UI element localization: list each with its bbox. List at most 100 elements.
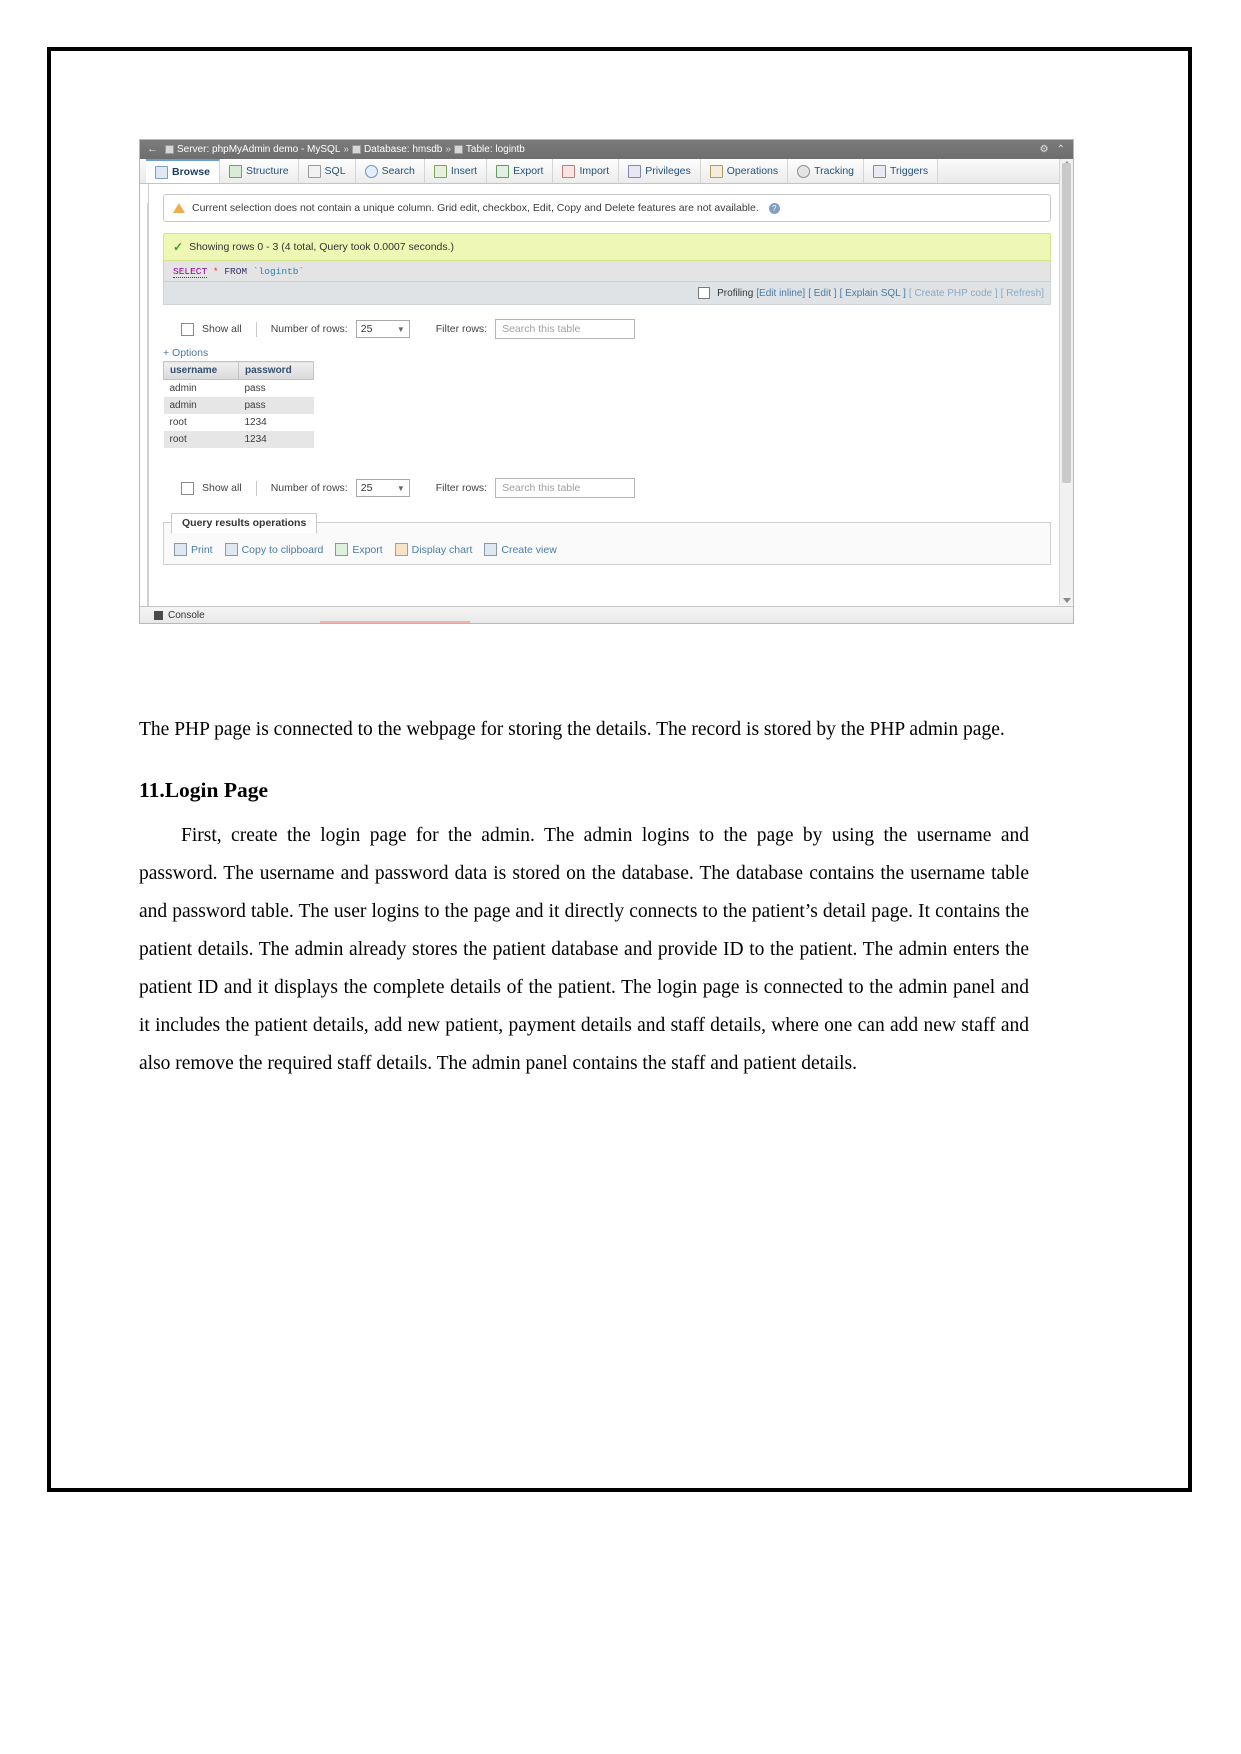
breadcrumb-separator-2: » [445, 144, 451, 155]
gear-icon[interactable]: ⚙ [1040, 144, 1049, 155]
create-view-button[interactable]: Create view [484, 543, 557, 556]
export-button[interactable]: Export [335, 543, 383, 556]
edit-inline-link[interactable]: [Edit inline] [756, 288, 805, 299]
scroll-down-arrow-icon[interactable] [1063, 598, 1071, 603]
profiling-checkbox[interactable] [698, 287, 711, 299]
chart-icon [394, 543, 408, 556]
explain-sql-link[interactable]: [ Explain SQL ] [840, 288, 906, 299]
filter-rows-input-top[interactable]: Search this table [495, 319, 636, 339]
tab-export[interactable]: Export [487, 159, 554, 183]
tab-operations-label: Operations [726, 165, 779, 177]
show-all-checkbox-top[interactable] [181, 322, 194, 336]
phpmyadmin-content: Current selection does not contain a uni… [140, 184, 1073, 623]
print-label: Print [191, 543, 213, 556]
nav-panel-edge [140, 203, 148, 606]
tab-browse[interactable]: Browse [146, 159, 220, 183]
number-of-rows-select-top[interactable]: 25 ▼ [355, 320, 410, 338]
options-toggle-link[interactable]: + Options [157, 339, 1057, 361]
filter-rows-input-bottom[interactable]: Search this table [495, 478, 636, 498]
vertical-scrollbar[interactable] [1059, 159, 1073, 605]
number-of-rows-label-top: Number of rows: [270, 323, 348, 335]
warning-triangle-icon [173, 203, 185, 213]
browse-icon [155, 165, 168, 179]
export-icon [496, 164, 510, 178]
export-icon [335, 543, 349, 556]
console-bar[interactable]: Console [140, 606, 1073, 623]
console-underline [320, 621, 470, 623]
tab-tracking[interactable]: Tracking [788, 159, 865, 183]
database-icon [351, 145, 361, 154]
column-header-username[interactable]: username [163, 361, 239, 380]
import-icon [562, 164, 576, 178]
tab-insert[interactable]: Insert [424, 159, 488, 183]
number-of-rows-select-bottom[interactable]: 25 ▼ [355, 479, 410, 497]
document-page-border: ← Server: phpMyAdmin demo - MySQL » Data… [47, 47, 1192, 1492]
scrollbar-thumb[interactable] [1062, 163, 1071, 483]
cell-username: root [163, 414, 239, 431]
clipboard-icon [224, 543, 238, 556]
intro-paragraph: The PHP page is connected to the webpage… [139, 719, 1005, 740]
chevron-down-icon: ▼ [396, 324, 405, 334]
results-table: username password admin pass admin pass … [163, 361, 314, 448]
column-header-password[interactable]: password [238, 361, 314, 380]
show-all-label-top: Show all [202, 323, 242, 335]
show-all-label-bottom: Show all [202, 482, 242, 494]
operations-icon [709, 164, 723, 178]
collapse-icon[interactable]: ⌃ [1057, 144, 1065, 155]
rows-bar-top: Show all Number of rows: 25 ▼ Filter row… [157, 305, 1057, 339]
search-icon [364, 164, 378, 178]
query-success-notice: ✓ Showing rows 0 - 3 (4 total, Query too… [163, 233, 1051, 261]
structure-icon [228, 164, 242, 178]
tab-import[interactable]: Import [553, 159, 620, 183]
tab-triggers[interactable]: Triggers [864, 159, 939, 183]
view-icon [484, 543, 498, 556]
phpmyadmin-screenshot-figure: ← Server: phpMyAdmin demo - MySQL » Data… [139, 139, 1074, 624]
edit-link[interactable]: [ Edit ] [808, 288, 836, 299]
content-inner: Current selection does not contain a uni… [148, 184, 1057, 623]
back-arrow-icon[interactable]: ← [144, 144, 161, 155]
create-view-label: Create view [501, 543, 557, 556]
breadcrumb-server[interactable]: Server: phpMyAdmin demo - MySQL [177, 144, 340, 155]
display-chart-button[interactable]: Display chart [394, 543, 473, 556]
sql-icon [307, 164, 321, 178]
print-icon [174, 543, 187, 556]
tab-sql[interactable]: SQL [298, 159, 356, 183]
show-all-checkbox-bottom[interactable] [181, 481, 194, 495]
tab-privileges-label: Privileges [645, 165, 691, 177]
showing-rows-text: Showing rows 0 - 3 (4 total, Query took … [189, 241, 455, 253]
tab-search[interactable]: Search [355, 159, 425, 183]
refresh-link[interactable]: [ Refresh] [1001, 288, 1044, 299]
tab-search-label: Search [381, 165, 415, 177]
tab-sql-label: SQL [324, 165, 346, 177]
sql-keyword-from: FROM [224, 266, 248, 277]
tab-operations[interactable]: Operations [700, 159, 789, 183]
number-of-rows-value-top: 25 [360, 323, 373, 335]
copy-to-clipboard-button[interactable]: Copy to clipboard [224, 543, 324, 556]
tab-privileges[interactable]: Privileges [619, 159, 701, 183]
create-php-code-link[interactable]: [ Create PHP code ] [909, 288, 998, 299]
display-chart-label: Display chart [411, 543, 473, 556]
server-icon [165, 145, 174, 154]
breadcrumb-database[interactable]: Database: hmsdb [364, 144, 442, 155]
info-icon[interactable]: ? [768, 202, 780, 214]
copy-to-clipboard-label: Copy to clipboard [241, 543, 324, 556]
cell-username: admin [163, 379, 239, 397]
cell-password: 1234 [238, 414, 314, 431]
cell-password: pass [238, 397, 314, 414]
main-nav-tabs: Browse Structure SQL Search Insert Expor… [140, 159, 1073, 184]
document-body: The PHP page is connected to the webpage… [139, 711, 1029, 1101]
sql-star: * [212, 266, 219, 277]
rows-bar-bottom: Show all Number of rows: 25 ▼ Filter row… [157, 448, 1057, 498]
cell-password: pass [238, 379, 314, 397]
print-button[interactable]: Print [174, 543, 213, 556]
chevron-down-icon: ▼ [396, 483, 405, 493]
breadcrumb-table[interactable]: Table: logintb [466, 144, 525, 155]
number-of-rows-value-bottom: 25 [360, 482, 373, 494]
tab-structure[interactable]: Structure [219, 159, 299, 183]
console-icon [154, 611, 163, 620]
divider [255, 321, 257, 337]
unique-column-warning: Current selection does not contain a uni… [163, 194, 1051, 222]
breadcrumb-separator: » [343, 144, 349, 155]
sql-query-box[interactable]: SELECT * FROM `logintb` [163, 261, 1051, 282]
window-titlebar: ← Server: phpMyAdmin demo - MySQL » Data… [140, 140, 1073, 159]
